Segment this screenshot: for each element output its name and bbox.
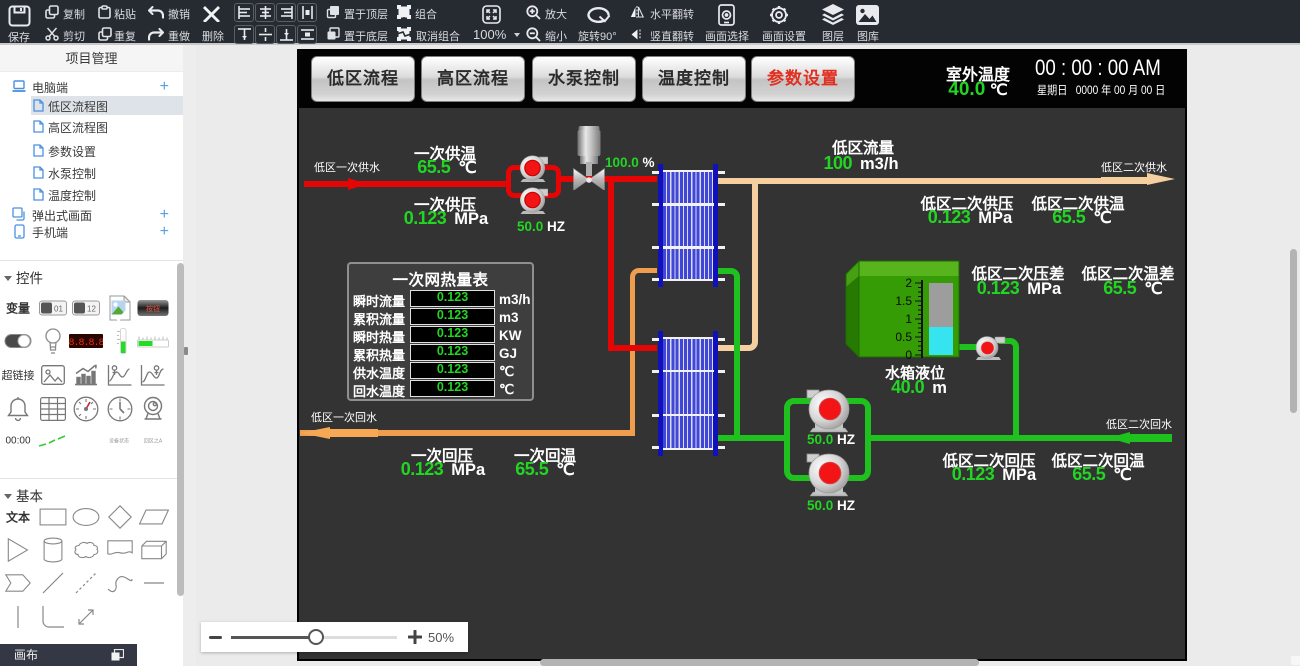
svg-text:按钮: 按钮 bbox=[146, 304, 160, 313]
svg-text:12: 12 bbox=[87, 305, 96, 314]
svg-text:8.8.8.8: 8.8.8.8 bbox=[69, 338, 103, 348]
svg-text:1: 1 bbox=[905, 312, 912, 326]
svg-text:0: 0 bbox=[905, 348, 912, 360]
svg-text:01: 01 bbox=[54, 305, 63, 314]
svg-text:2: 2 bbox=[905, 278, 912, 290]
svg-text:0.5: 0.5 bbox=[896, 330, 912, 344]
svg-text:1.5: 1.5 bbox=[896, 294, 912, 308]
